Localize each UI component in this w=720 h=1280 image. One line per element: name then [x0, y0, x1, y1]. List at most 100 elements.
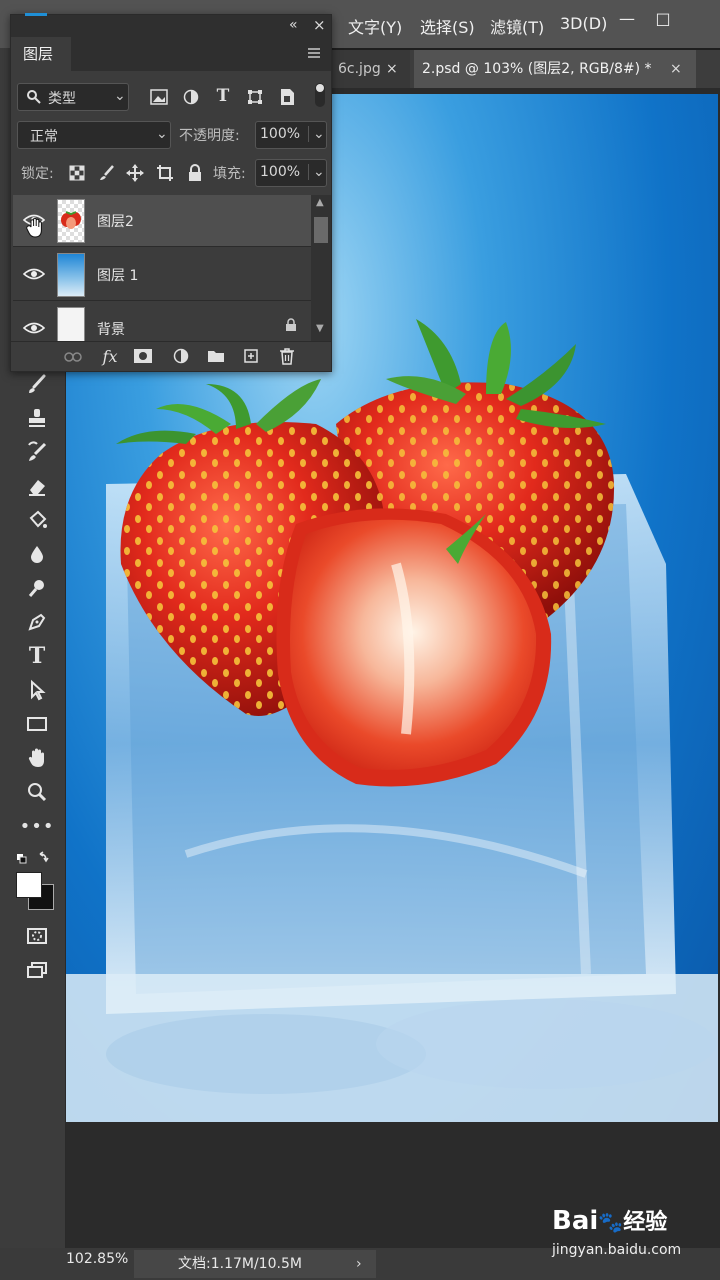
menu-select[interactable]: 选择(S)	[420, 14, 475, 38]
search-icon	[26, 89, 42, 109]
opacity-label: 不透明度:	[179, 128, 240, 144]
filter-kind-select[interactable]: 类型 ⌄	[17, 83, 129, 111]
layer-name: 图层 1	[97, 268, 139, 284]
hand-cursor-icon	[25, 217, 45, 243]
watermark-url: jingyan.baidu.com	[552, 1242, 682, 1258]
tab-2-psd[interactable]: 2.psd @ 103% (图层2, RGB/8#) * ×	[414, 50, 696, 88]
layer-row-layer2[interactable]: 图层2	[13, 195, 311, 247]
tab-close-icon[interactable]: ×	[386, 50, 398, 88]
fill-label: 填充:	[213, 166, 246, 182]
document-size-info: 文档:1.17M/10.5M	[134, 1250, 376, 1278]
menu-3d[interactable]: 3D(D)	[560, 14, 607, 33]
tab-close-icon[interactable]: ×	[670, 50, 682, 88]
filter-kind-value: 类型	[48, 91, 76, 107]
chevron-down-icon: ⌄	[156, 126, 168, 142]
path-selection-icon[interactable]	[20, 676, 54, 704]
add-layer-style-icon[interactable]: fx	[99, 346, 121, 366]
hand-tool-icon[interactable]	[20, 744, 54, 772]
panel-menu-icon[interactable]	[307, 45, 321, 59]
filter-type-icon[interactable]: T	[213, 85, 233, 107]
eraser-tool-icon[interactable]	[20, 472, 54, 500]
close-panel-icon[interactable]: ×	[313, 16, 326, 34]
link-layers-icon[interactable]	[63, 348, 83, 366]
status-menu-arrow[interactable]: ›	[356, 1250, 362, 1278]
scroll-up-icon[interactable]: ▲	[316, 197, 324, 208]
tab-6c-jpg[interactable]: 6c.jpg ×	[330, 50, 410, 88]
more-tools-icon[interactable]: •••	[20, 812, 54, 840]
blend-mode-select[interactable]: 正常 ⌄	[17, 121, 171, 149]
scrollbar-thumb[interactable]	[314, 217, 328, 243]
new-group-folder-icon[interactable]	[205, 347, 227, 365]
filter-smart-object-icon[interactable]	[277, 87, 297, 107]
lock-all-icon[interactable]	[185, 163, 205, 183]
lock-label: 锁定:	[21, 166, 54, 182]
paint-bucket-icon[interactable]	[20, 506, 54, 534]
filter-shape-icon[interactable]	[245, 87, 265, 107]
watermark-logo-jingyan: 经验	[623, 1210, 668, 1235]
layer-thumbnail	[57, 307, 85, 345]
layer-row-layer1[interactable]: 图层 1	[13, 249, 311, 301]
layer-thumbnail	[57, 199, 85, 243]
close-window-area	[682, 0, 720, 30]
add-mask-icon[interactable]	[133, 347, 153, 365]
blur-tool-icon[interactable]	[20, 540, 54, 568]
lock-pixels-icon[interactable]	[97, 163, 117, 183]
chevron-down-icon[interactable]: ⌄	[308, 164, 325, 180]
filter-toggle[interactable]	[315, 83, 325, 107]
visibility-eye-icon[interactable]	[22, 265, 46, 285]
panel-header: « ×	[11, 13, 331, 37]
layer-thumbnail	[57, 253, 85, 297]
lock-position-icon[interactable]	[125, 163, 145, 183]
history-brush-icon[interactable]	[20, 438, 54, 466]
tab-layers[interactable]: 图层	[11, 37, 71, 71]
opacity-value: 100%	[260, 126, 301, 142]
fill-value: 100%	[260, 164, 301, 180]
panel-accent	[25, 13, 47, 16]
pen-tool-icon[interactable]	[20, 608, 54, 636]
chevron-down-icon[interactable]: ⌄	[308, 126, 325, 142]
layer-row-background[interactable]: 背景	[13, 303, 311, 345]
scroll-down-icon[interactable]: ▼	[316, 323, 324, 334]
screen-mode-icon[interactable]	[20, 956, 54, 984]
menu-filter[interactable]: 滤镜(T)	[490, 14, 544, 38]
tab-label: 6c.jpg	[338, 61, 381, 77]
layers-panel: « × 图层 类型 ⌄ T 正常 ⌄ 不透明度: 100% ⌄ 锁定: 填充: …	[10, 13, 332, 372]
collapse-panel-icon[interactable]: «	[289, 17, 298, 33]
stamp-tool-icon[interactable]	[20, 404, 54, 432]
type-tool-icon[interactable]: T	[20, 642, 54, 670]
paw-icon: 🐾	[598, 1210, 624, 1234]
layer-name: 背景	[97, 322, 125, 338]
lock-artboard-icon[interactable]	[155, 163, 175, 183]
filter-pixel-icon[interactable]	[149, 87, 169, 107]
fill-input[interactable]: 100% ⌄	[255, 159, 327, 187]
maximize-button[interactable]: □	[646, 6, 680, 32]
layers-panel-footer: fx	[11, 341, 331, 371]
brush-tool-icon[interactable]	[20, 370, 54, 398]
new-layer-icon[interactable]	[241, 347, 261, 365]
lock-icon	[285, 317, 297, 336]
swap-colors-icon[interactable]	[14, 844, 54, 872]
opacity-input[interactable]: 100% ⌄	[255, 121, 327, 149]
menu-type[interactable]: 文字(Y)	[348, 14, 402, 38]
watermark-logo-bai: Bai	[552, 1206, 599, 1236]
zoom-tool-icon[interactable]	[20, 778, 54, 806]
quick-mask-icon[interactable]	[20, 922, 54, 950]
foreground-color-swatch[interactable]	[16, 872, 42, 898]
new-adjustment-layer-icon[interactable]	[171, 347, 191, 365]
layers-scrollbar[interactable]: ▲ ▼	[311, 195, 331, 345]
watermark-logo: Bai🐾经验	[552, 1204, 667, 1236]
rectangle-tool-icon[interactable]	[20, 710, 54, 738]
zoom-level[interactable]: 102.85%	[66, 1251, 128, 1267]
baidu-jingyan-watermark: Bai🐾经验 jingyan.baidu.com	[552, 1204, 712, 1262]
filter-adjustment-icon[interactable]	[181, 87, 201, 107]
layer-name: 图层2	[97, 214, 134, 230]
lock-transparent-icon[interactable]	[67, 163, 87, 183]
chevron-down-icon: ⌄	[114, 88, 126, 104]
tab-label: 2.psd @ 103% (图层2, RGB/8#) *	[422, 61, 652, 77]
visibility-eye-icon[interactable]	[22, 319, 46, 339]
layer-list: 图层2 图层 1 背景	[13, 195, 311, 345]
delete-layer-trash-icon[interactable]	[277, 346, 297, 366]
dodge-tool-icon[interactable]	[20, 574, 54, 602]
document-tab-bar: 6c.jpg × 2.psd @ 103% (图层2, RGB/8#) * ×	[330, 50, 720, 88]
minimize-button[interactable]: —	[610, 6, 644, 32]
